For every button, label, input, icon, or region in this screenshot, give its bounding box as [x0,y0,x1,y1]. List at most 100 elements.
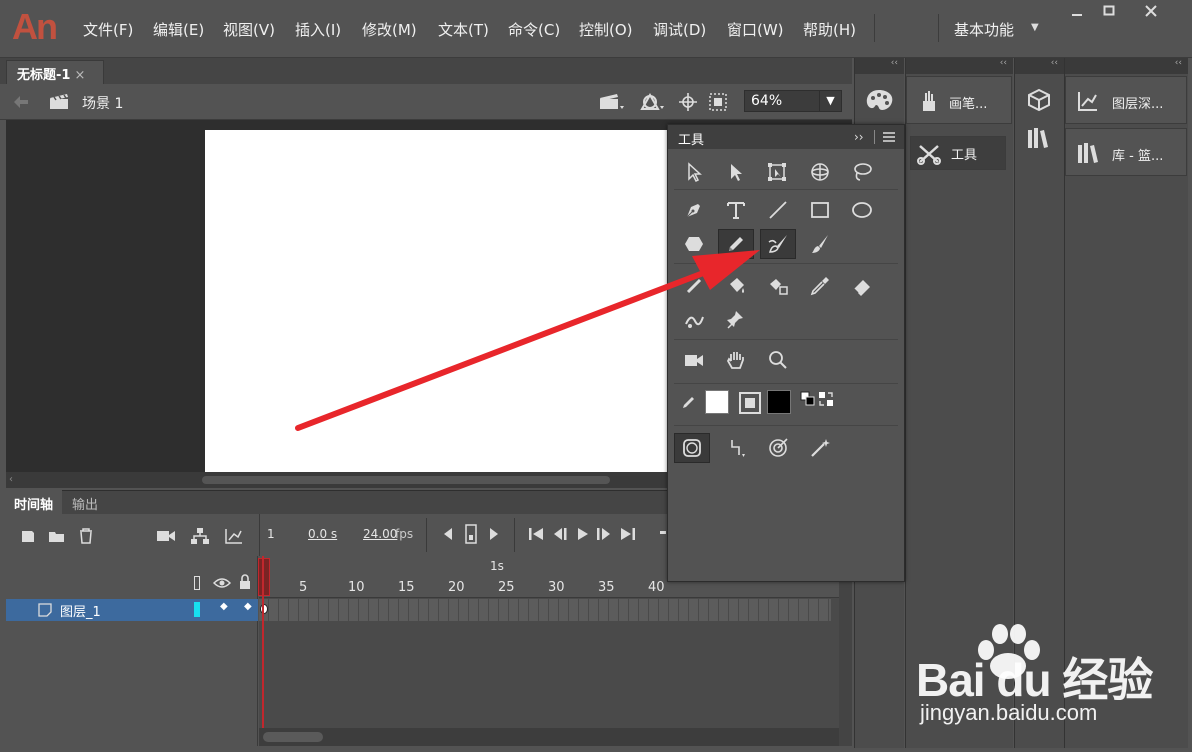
menu-view[interactable]: 视图(V) [223,19,275,40]
layer-depth-icon[interactable] [224,527,244,545]
expand-panel-icon[interactable]: ›› [854,130,864,144]
tool-selection[interactable] [676,157,712,187]
tool-text[interactable] [718,195,754,225]
menu-text[interactable]: 文本(T) [438,19,489,40]
scrollbar-thumb[interactable] [202,476,610,484]
marker-icon[interactable] [464,524,478,544]
eye-icon[interactable] [213,576,231,590]
menu-modify[interactable]: 修改(M) [362,19,417,40]
maximize-button[interactable] [1094,2,1124,24]
stage-canvas[interactable] [205,130,675,472]
tool-paint-bucket[interactable] [718,271,754,301]
tool-asset-warp[interactable] [718,305,754,335]
panel-menu-icon[interactable] [882,131,896,143]
layer-outline-header-icon[interactable] [194,576,200,590]
scroll-left-icon[interactable]: ‹ [9,474,13,485]
tool-rectangle[interactable] [802,195,838,225]
tool-free-transform[interactable] [760,157,796,187]
menu-window[interactable]: 窗口(W) [727,19,784,40]
zoom-select[interactable]: 64% ▼ [744,90,842,112]
layer-row[interactable]: 图层_1 ◆ ◆ [6,599,258,621]
workspace-switcher[interactable]: 基本功能 [954,19,1014,40]
play-icon[interactable] [576,527,590,541]
tool-oval[interactable] [844,195,880,225]
frame-rate[interactable]: 24.00 [363,527,397,541]
menu-commands[interactable]: 命令(C) [508,19,560,40]
tool-brush[interactable] [802,229,838,259]
tool-pencil[interactable] [718,229,754,259]
step-back-icon[interactable] [442,527,454,541]
timeline-vertical-scrollbar[interactable] [839,556,852,746]
close-window-button[interactable] [1136,2,1166,24]
minimize-button[interactable] [1062,2,1092,24]
go-first-icon[interactable] [528,527,544,541]
edit-scene-icon[interactable] [598,91,626,111]
timeline-horizontal-scrollbar[interactable] [259,728,839,746]
tool-subselection[interactable] [718,157,754,187]
collapse-toggle[interactable]: ‹‹ [855,58,904,74]
menu-insert[interactable]: 插入(I) [295,19,341,40]
edit-symbols-icon[interactable] [638,91,666,111]
prev-frame-icon[interactable] [552,527,568,541]
tool-line[interactable] [760,195,796,225]
fill-color-swatch[interactable] [767,390,791,414]
tab-timeline[interactable]: 时间轴 [6,490,62,514]
collapse-toggle[interactable]: ‹‹ [1065,58,1188,74]
panel-layer-depth[interactable]: 图层深... [1065,76,1187,124]
layer-parenting-icon[interactable] [190,526,210,546]
tool-hand[interactable] [718,345,754,375]
option-smoothing[interactable] [718,433,754,463]
tool-ink-bottle[interactable] [760,271,796,301]
frame-row[interactable] [259,599,831,621]
center-stage-icon[interactable] [678,92,698,112]
tool-bone[interactable] [676,271,712,301]
close-tab-icon[interactable]: × [74,68,85,83]
library-books-icon[interactable] [1026,126,1052,150]
chevron-down-icon[interactable]: ▼ [1031,22,1039,33]
tool-zoom[interactable] [760,345,796,375]
collapse-toggle[interactable]: ‹‹ [906,58,1013,74]
menu-debug[interactable]: 调试(D) [653,19,706,40]
step-forward-icon[interactable] [488,527,500,541]
lock-dot[interactable]: ◆ [244,601,252,612]
tool-eraser[interactable] [844,271,880,301]
scrollbar-thumb[interactable] [263,732,323,742]
layer-name[interactable]: 图层_1 [60,601,101,620]
new-layer-icon[interactable] [20,528,36,544]
menu-file[interactable]: 文件(F) [83,19,133,40]
visibility-dot[interactable]: ◆ [220,601,228,612]
cube-properties-icon[interactable] [1026,88,1052,114]
option-pressure[interactable] [802,433,838,463]
playhead[interactable] [262,556,264,728]
tool-3d-rotation[interactable] [802,157,838,187]
tool-eyedropper[interactable] [802,271,838,301]
next-frame-icon[interactable] [596,527,612,541]
camera-icon[interactable] [156,528,176,544]
tool-width[interactable] [676,305,712,335]
menu-control[interactable]: 控制(O) [579,19,633,40]
delete-layer-icon[interactable] [78,527,94,545]
go-last-icon[interactable] [620,527,636,541]
option-object-drawing[interactable] [674,433,710,463]
swap-colors-icon[interactable] [818,391,834,407]
palette-icon[interactable] [864,88,894,114]
lock-icon[interactable] [238,574,252,590]
tool-polystar[interactable] [676,229,712,259]
menu-help[interactable]: 帮助(H) [803,19,856,40]
default-colors-icon[interactable] [800,391,816,407]
layer-color-swatch[interactable] [194,602,200,617]
tool-pen[interactable] [676,195,712,225]
clip-content-icon[interactable] [708,92,728,112]
back-arrow-icon[interactable] [12,94,30,110]
tool-lasso[interactable] [844,157,880,187]
panel-library[interactable]: 库 - 篮... [1065,128,1187,176]
stroke-color-swatch[interactable] [705,390,729,414]
option-snap[interactable] [760,433,796,463]
tool-paint-brush[interactable] [760,229,796,259]
document-tab[interactable]: 无标题-1 × [6,60,104,84]
chevron-down-icon[interactable]: ▼ [819,91,841,111]
collapse-toggle[interactable]: ‹‹ [1015,58,1064,74]
panel-tools[interactable]: 工具 [910,136,1006,170]
tool-camera[interactable] [676,345,712,375]
new-folder-icon[interactable] [48,528,66,544]
